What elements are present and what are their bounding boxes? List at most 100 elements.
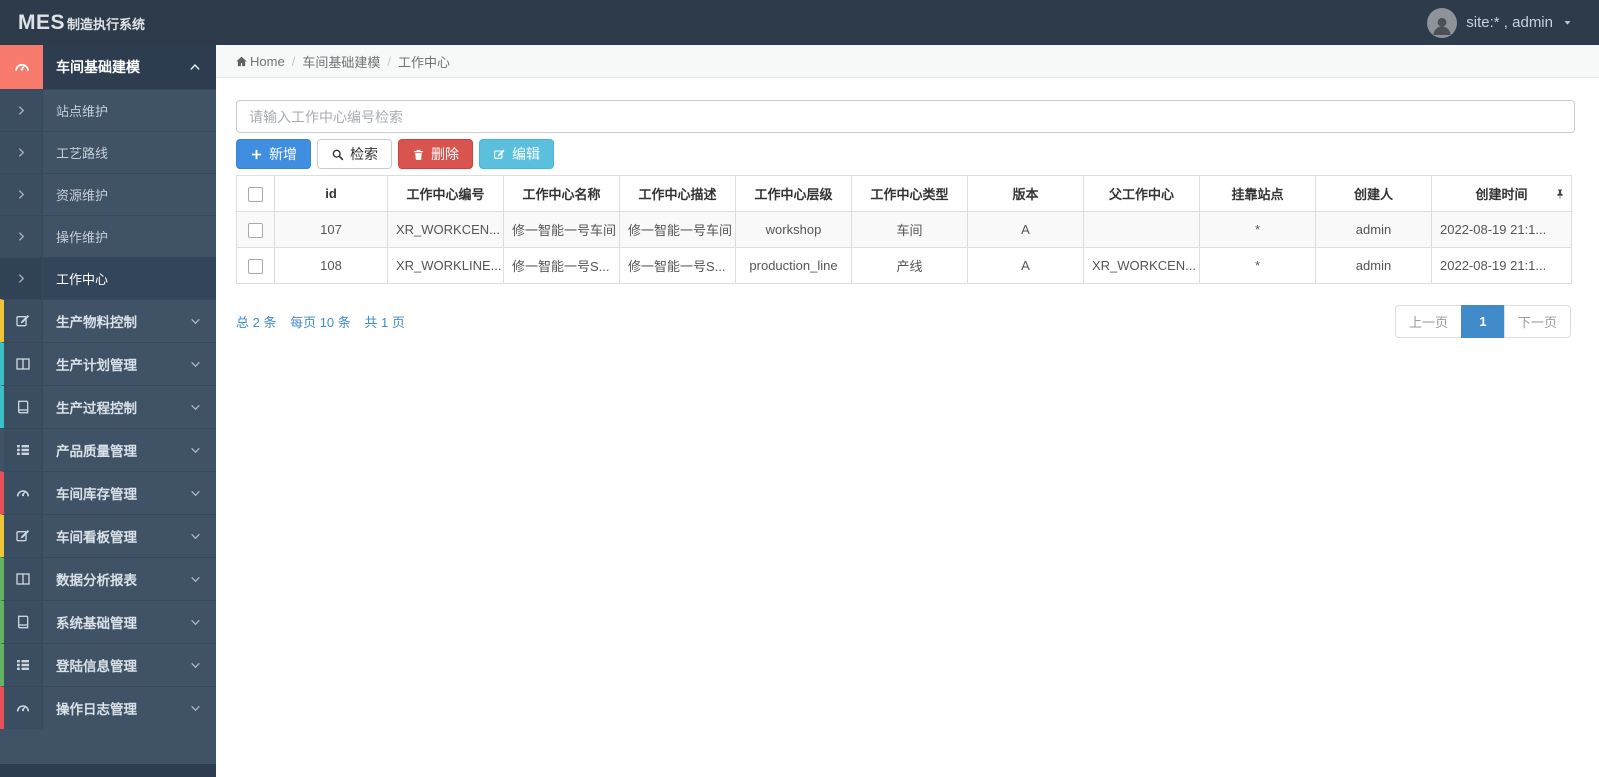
sidebar-item-station-maintenance[interactable]: 站点维护: [0, 89, 216, 131]
delete-button[interactable]: 删除: [398, 139, 473, 169]
next-page-button[interactable]: 下一页: [1503, 305, 1571, 338]
column-header-created-time: 创建时间: [1431, 175, 1572, 212]
select-all-checkbox[interactable]: [248, 186, 263, 202]
cell-code: XR_WORKLINE...: [387, 247, 504, 284]
cell-parent: XR_WORKCEN...: [1083, 247, 1200, 284]
columns-icon: [4, 343, 43, 385]
sidebar-filler: [0, 729, 216, 764]
search-input[interactable]: [236, 100, 1575, 133]
chevron-down-icon: [190, 445, 201, 456]
sidebar-item-operation-maintenance[interactable]: 操作维护: [0, 215, 216, 257]
column-header-id: id: [274, 175, 388, 212]
chevron-down-icon: [190, 531, 201, 542]
gauge-icon: [0, 45, 43, 89]
cell-description: 修一智能一号车间: [619, 211, 736, 248]
app-window: MES 制造执行系统 site:* , admin 车间基础建模 站点维护 工艺…: [0, 0, 1599, 777]
edit-button[interactable]: 编辑: [479, 139, 554, 169]
pagination-page-count: 共 1 页: [364, 315, 405, 330]
home-icon: [235, 55, 248, 68]
chevron-down-icon: [190, 402, 201, 413]
column-header-description: 工作中心描述: [619, 175, 736, 212]
row-checkbox[interactable]: [248, 258, 263, 274]
cell-name: 修一智能一号车间: [503, 211, 620, 248]
breadcrumb-item-current: 工作中心: [397, 54, 450, 70]
page-1-button[interactable]: 1: [1460, 305, 1505, 338]
chevron-down-icon: [190, 703, 201, 714]
sidebar-item-resource-maintenance[interactable]: 资源维护: [0, 173, 216, 215]
sidebar-item-process-route[interactable]: 工艺路线: [0, 131, 216, 173]
chevron-down-icon: [190, 617, 201, 628]
column-header-creator: 创建人: [1315, 175, 1432, 212]
column-header-created-time-label: 创建时间: [1475, 187, 1528, 202]
chevron-right-icon: [0, 174, 43, 215]
sidebar-item-plan-management[interactable]: 生产计划管理: [0, 342, 216, 385]
sidebar-item-material-control[interactable]: 生产物料控制: [0, 299, 216, 342]
cell-id: 107: [274, 211, 388, 248]
pagination-page-size: 每页 10 条: [290, 315, 351, 330]
sidebar-group-label: 车间基础建模: [56, 59, 140, 75]
cell-code: XR_WORKCEN...: [387, 211, 504, 248]
sidebar-item-label: 登陆信息管理: [56, 659, 137, 674]
cell-created-time: 2022-08-19 21:1...: [1431, 211, 1572, 248]
user-menu[interactable]: site:* , admin: [1427, 7, 1599, 38]
sidebar-item-system-management[interactable]: 系统基础管理: [0, 600, 216, 643]
gauge-icon: [4, 472, 43, 514]
main-area: Home / 车间基础建模 / 工作中心 新增 检索: [216, 45, 1599, 777]
sidebar-item-process-control[interactable]: 生产过程控制: [0, 385, 216, 428]
edit-icon: [493, 148, 506, 161]
sidebar-item-label: 操作日志管理: [56, 702, 137, 717]
table-row: 108 XR_WORKLINE... 修一智能一号S... 修一智能一号S...…: [236, 247, 1572, 284]
pager: 上一页 1 下一页: [1394, 305, 1571, 338]
pagination-total: 总 2 条: [236, 315, 277, 330]
breadcrumb-home[interactable]: Home: [235, 54, 285, 69]
add-button[interactable]: 新增: [236, 139, 311, 169]
breadcrumb-item: 车间基础建模: [302, 54, 381, 70]
sidebar-item-inventory-management[interactable]: 车间库存管理: [0, 471, 216, 514]
cell-station: *: [1199, 211, 1316, 248]
sidebar-item-label: 生产计划管理: [56, 358, 137, 373]
sidebar-item-login-info-management[interactable]: 登陆信息管理: [0, 643, 216, 686]
cell-creator: admin: [1315, 211, 1432, 248]
cell-version: A: [967, 247, 1084, 284]
gauge-icon: [4, 687, 43, 729]
column-header-parent: 父工作中心: [1083, 175, 1200, 212]
chevron-right-icon: [0, 216, 43, 257]
cell-version: A: [967, 211, 1084, 248]
chevron-right-icon: [0, 132, 43, 173]
add-button-label: 新增: [269, 146, 297, 162]
prev-page-button[interactable]: 上一页: [1394, 305, 1462, 338]
chevron-up-icon: [189, 61, 201, 73]
search-icon: [331, 148, 344, 161]
sidebar-item-label: 产品质量管理: [56, 444, 137, 459]
search-button[interactable]: 检索: [317, 139, 392, 169]
sidebar-item-label: 工作中心: [56, 272, 109, 287]
chevron-down-icon: [190, 488, 201, 499]
chevron-down-icon: [190, 359, 201, 370]
edit-button-label: 编辑: [512, 146, 540, 162]
sidebar-item-kanban-management[interactable]: 车间看板管理: [0, 514, 216, 557]
sidebar-item-label: 生产过程控制: [56, 401, 137, 416]
cell-name: 修一智能一号S...: [503, 247, 620, 284]
pagination-bar: 总 2 条 每页 10 条 共 1 页 上一页 1 下一页: [236, 305, 1571, 338]
breadcrumb-separator: /: [291, 53, 296, 69]
row-checkbox[interactable]: [248, 222, 263, 238]
column-header-version: 版本: [967, 175, 1084, 212]
column-header-type: 工作中心类型: [851, 175, 968, 212]
sidebar-item-quality-management[interactable]: 产品质量管理: [0, 428, 216, 471]
cell-type: 车间: [851, 211, 968, 248]
chevron-down-icon: [190, 574, 201, 585]
cell-level: production_line: [735, 247, 852, 284]
cell-description: 修一智能一号S...: [619, 247, 736, 284]
sidebar-item-data-analysis[interactable]: 数据分析报表: [0, 557, 216, 600]
sidebar-item-work-center[interactable]: 工作中心: [0, 257, 216, 299]
pagination-summary: 总 2 条 每页 10 条 共 1 页: [236, 312, 415, 331]
sidebar-group-workshop-modeling[interactable]: 车间基础建模: [0, 45, 216, 89]
sidebar-item-label: 生产物料控制: [56, 315, 137, 330]
pin-icon[interactable]: [1554, 188, 1566, 200]
column-header-name: 工作中心名称: [503, 175, 620, 212]
cell-parent: [1083, 211, 1200, 248]
trash-icon: [412, 148, 425, 161]
list-icon: [4, 429, 43, 471]
search-button-label: 检索: [350, 146, 378, 162]
sidebar-item-operation-log-management[interactable]: 操作日志管理: [0, 686, 216, 729]
